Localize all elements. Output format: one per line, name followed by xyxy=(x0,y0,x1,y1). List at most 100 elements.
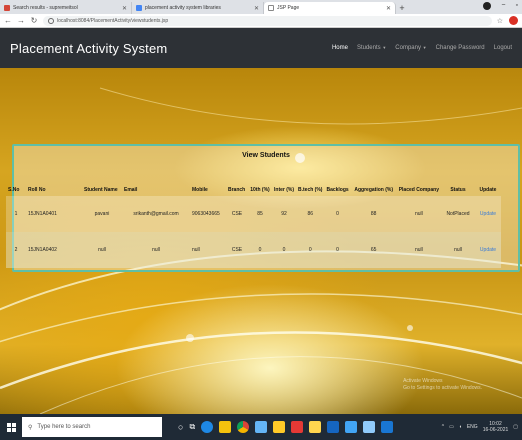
nav-students[interactable]: Students ▼ xyxy=(357,45,386,51)
close-tab-icon[interactable]: ✕ xyxy=(254,5,259,12)
col-inter: Inter (%) xyxy=(274,187,294,193)
browser-tab-jsp-page[interactable]: JSP Page ✕ xyxy=(264,2,396,14)
panel-title: View Students xyxy=(242,152,290,159)
page-icon xyxy=(268,5,274,11)
update-link[interactable]: Update xyxy=(474,232,501,268)
nav-company-label: Company xyxy=(395,45,421,51)
cell-aggregation: 65 xyxy=(350,232,397,268)
mail-icon[interactable] xyxy=(309,421,322,433)
cell-btech: 0 xyxy=(296,232,325,268)
edge-icon[interactable] xyxy=(201,421,214,433)
search-icon: ⚲ xyxy=(28,424,33,431)
update-link[interactable]: Update xyxy=(474,196,501,232)
cell-aggregation: 88 xyxy=(350,196,397,232)
url-text: localhost:8084/PlacementActivity/viewstu… xyxy=(57,17,169,24)
reload-icon[interactable]: ↻ xyxy=(30,16,38,25)
cell-branch: CSE xyxy=(226,196,248,232)
watermark-line2: Go to Settings to activate Windows. xyxy=(403,385,482,391)
back-icon[interactable]: ← xyxy=(4,16,12,25)
view-students-panel: View Students S.No Roll No Student Name … xyxy=(6,144,520,272)
cell-sno: 2 xyxy=(6,232,26,268)
table-header-row: S.No Roll No Student Name Email Mobile B… xyxy=(6,184,501,196)
col-10th: 10th (%) xyxy=(250,187,270,193)
info-icon[interactable] xyxy=(48,17,54,24)
notification-icon[interactable]: ▢ xyxy=(513,424,518,430)
cell-inter: 92 xyxy=(272,196,296,232)
word-icon[interactable] xyxy=(381,421,394,433)
col-sno: S.No xyxy=(8,187,20,193)
address-bar-row: ← → ↻ localhost:8084/PlacementActivity/v… xyxy=(0,14,522,28)
col-btech: B.tech (%) xyxy=(298,187,323,193)
cell-backlogs: 0 xyxy=(324,232,351,268)
office-icon[interactable] xyxy=(291,421,304,433)
netbeans-icon[interactable] xyxy=(345,421,358,433)
cell-name: null xyxy=(82,232,122,268)
col-name: Student Name xyxy=(84,187,118,193)
address-bar-actions: ☆ xyxy=(497,16,518,25)
chrome-icon[interactable] xyxy=(237,421,250,433)
url-field[interactable]: localhost:8084/PlacementActivity/viewstu… xyxy=(43,15,492,26)
start-button[interactable] xyxy=(0,414,22,440)
cortana-icon[interactable]: ○ xyxy=(178,422,183,432)
nav-company[interactable]: Company ▼ xyxy=(395,45,426,51)
store-icon[interactable] xyxy=(273,421,286,433)
cell-10th: 0 xyxy=(248,232,272,268)
cell-placed-company: null xyxy=(396,196,441,232)
close-tab-icon[interactable]: ✕ xyxy=(386,5,391,12)
cell-status: null xyxy=(440,232,475,268)
minimize-icon[interactable]: − xyxy=(501,2,505,10)
maximize-icon[interactable]: ▫ xyxy=(516,2,518,10)
volume-icon[interactable]: ◖ xyxy=(459,424,462,430)
cell-email: null xyxy=(122,232,190,268)
watermark-line1: Activate Windows xyxy=(403,378,443,384)
network-icon[interactable]: ▭ xyxy=(449,424,454,430)
account-avatar-icon[interactable] xyxy=(509,16,518,25)
caret-down-icon: ▼ xyxy=(382,45,387,50)
table-row: 1 15JN1A0401 pavani srikanth@gmail.com 9… xyxy=(6,196,501,232)
search-placeholder: Type here to search xyxy=(37,424,91,430)
file-explorer-icon[interactable] xyxy=(219,421,232,433)
new-tab-button[interactable]: + xyxy=(396,2,408,14)
cell-branch: CSE xyxy=(226,232,248,268)
gmail-icon xyxy=(4,5,10,11)
tab-title: JSP Page xyxy=(277,5,300,11)
nav-change-password[interactable]: Change Password xyxy=(436,45,485,51)
app-brand[interactable]: Placement Activity System xyxy=(10,41,332,56)
windows-logo-icon xyxy=(6,422,16,432)
profile-icon[interactable] xyxy=(483,2,492,10)
students-table: S.No Roll No Student Name Email Mobile B… xyxy=(6,184,501,268)
system-tray: ^ ▭ ◖ ENG 10:02 16-06-2021 ▢ xyxy=(442,421,522,433)
taskbar-pinned-apps: ○ ⧉ xyxy=(178,421,394,433)
cell-backlogs: 0 xyxy=(324,196,351,232)
app-header: Placement Activity System Home Students … xyxy=(0,28,522,68)
col-aggregation: Aggregation (%) xyxy=(354,187,393,193)
cell-status: NotPlaced xyxy=(440,196,475,232)
nav-home[interactable]: Home xyxy=(332,45,348,51)
window-controls: − ▫ xyxy=(483,2,518,10)
cell-inter: 0 xyxy=(272,232,296,268)
taskbar-clock[interactable]: 10:02 16-06-2021 xyxy=(483,421,509,433)
activate-windows-watermark: Activate Windows Go to Settings to activ… xyxy=(403,378,482,392)
tray-language[interactable]: ENG xyxy=(467,424,478,430)
task-view-icon[interactable]: ⧉ xyxy=(189,422,195,432)
clock-date: 16-06-2021 xyxy=(482,427,509,433)
browser-tab-search-results[interactable]: Search results - supremeitsol ✕ xyxy=(0,2,132,14)
app-icon[interactable] xyxy=(327,421,340,433)
cell-10th: 85 xyxy=(248,196,272,232)
cell-btech: 86 xyxy=(296,196,325,232)
table-row: 2 15JN1A0402 null null null CSE 0 0 0 0 … xyxy=(6,232,501,268)
forward-icon[interactable]: → xyxy=(17,16,25,25)
taskbar-search-box[interactable]: ⚲ Type here to search xyxy=(22,417,162,437)
close-tab-icon[interactable]: ✕ xyxy=(122,5,127,12)
chevron-up-icon[interactable]: ^ xyxy=(442,424,444,430)
cell-placed-company: null xyxy=(396,232,441,268)
nav-logout[interactable]: Logout xyxy=(494,45,512,51)
col-email: Email xyxy=(124,187,138,193)
col-roll: Roll No xyxy=(28,187,46,193)
notepad-icon[interactable] xyxy=(255,421,268,433)
settings-icon[interactable] xyxy=(363,421,376,433)
browser-tab-google[interactable]: placement activity system libraries ✕ xyxy=(132,2,264,14)
cell-sno: 1 xyxy=(6,196,26,232)
bookmark-star-icon[interactable]: ☆ xyxy=(497,17,503,25)
cell-mobile: 9063043665 xyxy=(190,196,226,232)
